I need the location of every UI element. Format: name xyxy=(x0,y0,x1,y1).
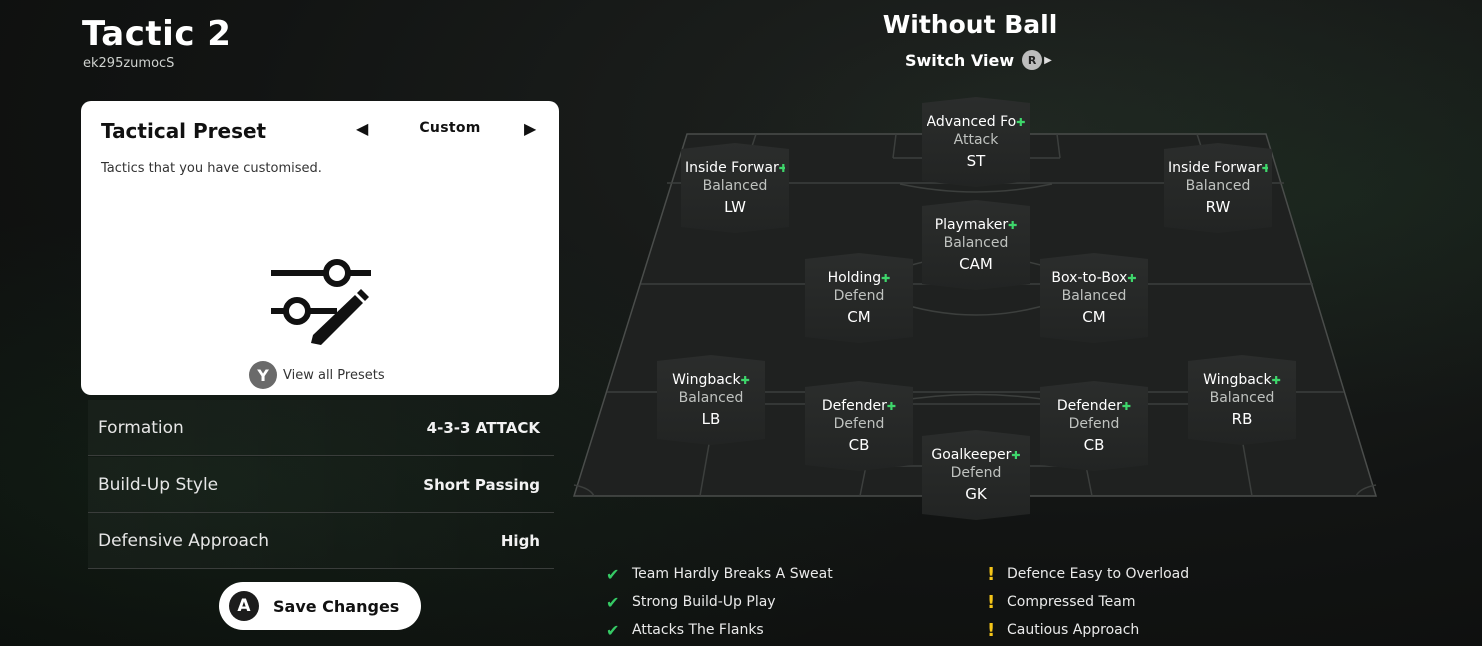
player-position: CM xyxy=(1082,308,1106,326)
check-icon: ✔ xyxy=(606,592,620,612)
player-mentality: Defend xyxy=(833,416,885,432)
player-mentality: Balanced xyxy=(1185,178,1251,194)
football-pitch xyxy=(572,133,1378,497)
player-role: Defender✚ xyxy=(1056,398,1132,414)
player-position: RB xyxy=(1231,410,1253,428)
player-mentality: Balanced xyxy=(678,390,744,406)
player-role: Goalkeeper✚ xyxy=(931,447,1021,463)
player-mentality: Defend xyxy=(950,465,1002,481)
warning-icon: ! xyxy=(987,591,996,613)
warning-icon: ! xyxy=(987,563,996,585)
player-position: RW xyxy=(1205,198,1231,216)
player-mentality: Defend xyxy=(833,288,885,304)
player-position: CAM xyxy=(959,255,993,273)
player-position: ST xyxy=(966,152,986,170)
weakness-item: ! Defence Easy to Overload xyxy=(987,563,1190,585)
player-card-gk[interactable]: Goalkeeper✚ Defend GK xyxy=(922,430,1030,520)
player-position: LB xyxy=(701,410,721,428)
player-role: Defender✚ xyxy=(821,398,897,414)
player-position: CB xyxy=(848,436,870,454)
weaknesses-list: ! Defence Easy to Overload ! Compressed Te… xyxy=(987,560,1189,644)
player-card-cm-right[interactable]: Box-to-Box✚ Balanced CM xyxy=(1040,253,1148,343)
player-role: Holding✚ xyxy=(827,270,891,286)
player-mentality: Balanced xyxy=(702,178,768,194)
strength-item: ✔ Strong Build-Up Play xyxy=(606,592,776,612)
strengths-list: ✔ Team Hardly Breaks A Sweat ✔ Strong Buil… xyxy=(606,560,833,644)
player-card-rb[interactable]: Wingback✚ Balanced RB xyxy=(1188,355,1296,445)
check-icon: ✔ xyxy=(606,564,620,584)
player-position: LW xyxy=(724,198,746,216)
player-role: Wingback✚ xyxy=(672,372,750,388)
player-card-cam[interactable]: Playmaker✚ Balanced CAM xyxy=(922,200,1030,290)
player-mentality: Balanced xyxy=(1209,390,1275,406)
player-mentality: Balanced xyxy=(1061,288,1127,304)
player-card-cb-right[interactable]: Defender✚ Defend CB xyxy=(1040,381,1148,471)
player-card-lb[interactable]: Wingback✚ Balanced LB xyxy=(657,355,765,445)
player-role: Playmaker✚ xyxy=(934,217,1018,233)
weakness-item: ! Compressed Team xyxy=(987,591,1136,613)
check-icon: ✔ xyxy=(606,620,620,640)
player-position: CM xyxy=(847,308,871,326)
strength-item: ✔ Team Hardly Breaks A Sweat xyxy=(606,564,833,584)
player-card-cm-left[interactable]: Holding✚ Defend CM xyxy=(805,253,913,343)
player-mentality: Attack xyxy=(953,132,999,148)
player-role: Advanced Fo✚ xyxy=(926,114,1026,130)
player-card-rw[interactable]: Inside Forwar✚ Balanced RW xyxy=(1164,143,1272,233)
player-role: Wingback✚ xyxy=(1203,372,1281,388)
player-mentality: Defend xyxy=(1068,416,1120,432)
strength-item: ✔ Attacks The Flanks xyxy=(606,620,764,640)
player-role: Inside Forwar✚ xyxy=(685,160,785,176)
warning-icon: ! xyxy=(987,619,996,641)
player-position: CB xyxy=(1083,436,1105,454)
player-role: Inside Forwar✚ xyxy=(1168,160,1268,176)
player-card-cb-left[interactable]: Defender✚ Defend CB xyxy=(805,381,913,471)
weakness-item: ! Cautious Approach xyxy=(987,619,1140,641)
player-position: GK xyxy=(965,485,987,503)
player-mentality: Balanced xyxy=(943,235,1009,251)
player-card-lw[interactable]: Inside Forwar✚ Balanced LW xyxy=(681,143,789,233)
player-role: Box-to-Box✚ xyxy=(1051,270,1137,286)
player-card-st[interactable]: Advanced Fo✚ Attack ST xyxy=(922,97,1030,187)
